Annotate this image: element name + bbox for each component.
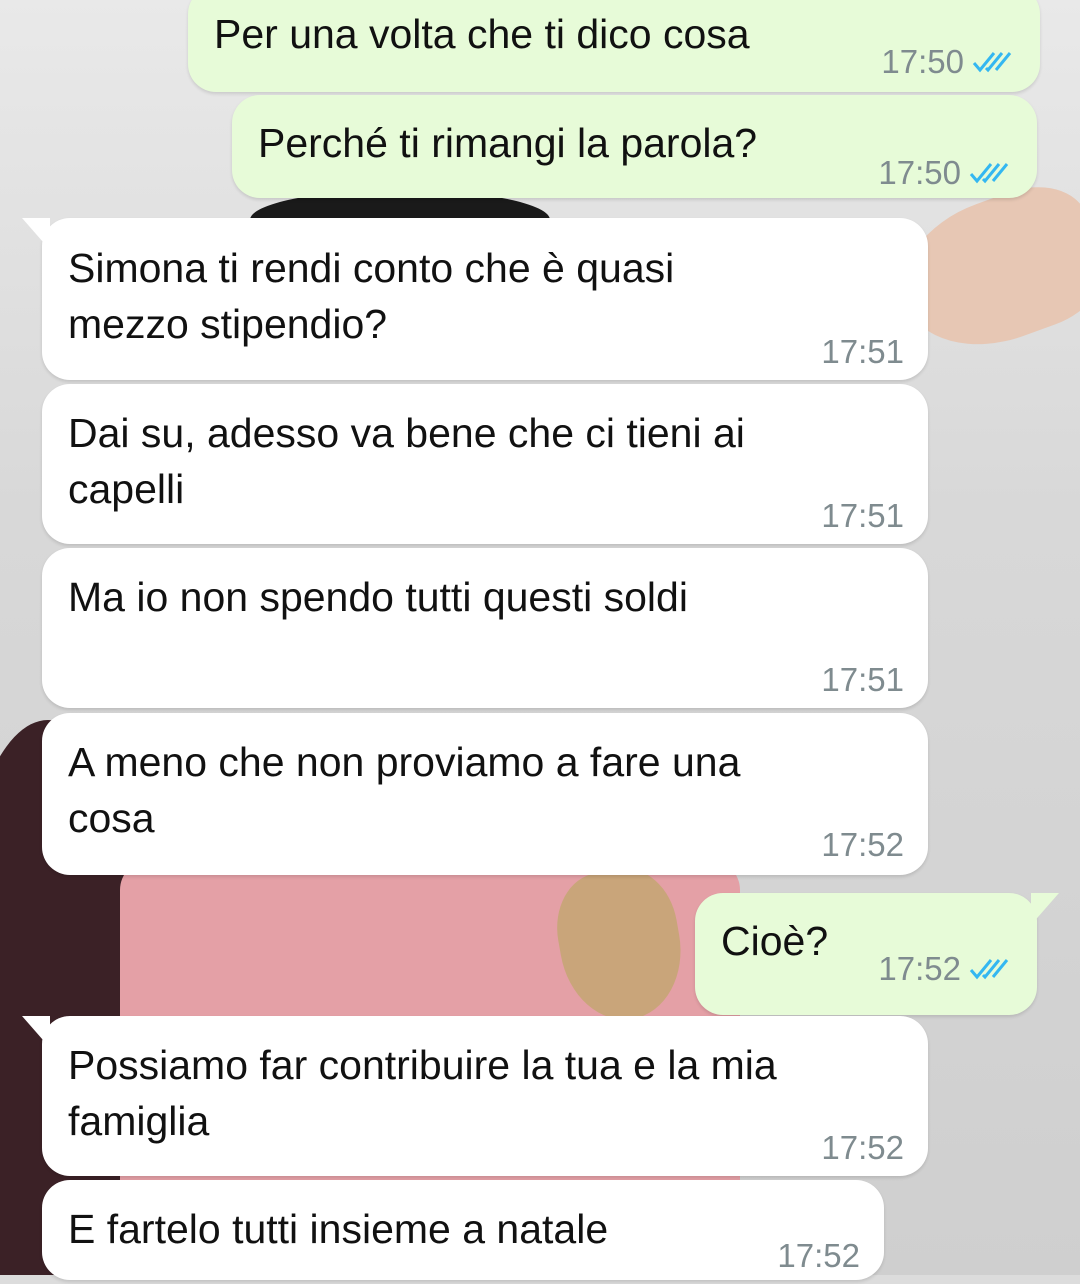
message-meta: 17:52 bbox=[821, 1120, 904, 1176]
message-meta: 17:52 bbox=[821, 817, 904, 873]
message-time: 17:51 bbox=[821, 661, 904, 698]
message-text: Dai su, adesso va bene che ci tieni ai c… bbox=[68, 410, 745, 512]
double-check-read-icon bbox=[969, 959, 1009, 980]
message-text: Cioè? bbox=[721, 918, 829, 964]
message-bubble-incoming[interactable]: Ma io non spendo tutti questi soldi 17:5… bbox=[42, 548, 928, 708]
message-bubble-incoming[interactable]: Simona ti rendi conto che è quasi mezzo … bbox=[22, 218, 928, 380]
message-meta: 17:51 bbox=[821, 652, 904, 708]
message-bubble-outgoing[interactable]: Cioè? 17:52 bbox=[695, 893, 1059, 1015]
message-time: 17:52 bbox=[878, 950, 961, 987]
message-meta: 17:51 bbox=[821, 324, 904, 380]
message-text: Perché ti rimangi la parola? bbox=[258, 120, 758, 166]
message-time: 17:52 bbox=[821, 826, 904, 863]
message-bubble-outgoing[interactable]: Per una volta che ti dico cosa 17:50 bbox=[188, 0, 1040, 92]
message-meta: 17:51 bbox=[821, 488, 904, 544]
message-text: A meno che non proviamo a fare una cosa bbox=[68, 739, 741, 841]
message-bubble-incoming[interactable]: A meno che non proviamo a fare una cosa … bbox=[42, 713, 928, 875]
message-text: E fartelo tutti insieme a natale bbox=[68, 1206, 609, 1252]
message-time: 17:51 bbox=[821, 333, 904, 370]
message-time: 17:52 bbox=[821, 1129, 904, 1166]
message-text: Per una volta che ti dico cosa bbox=[214, 11, 750, 57]
double-check-read-icon bbox=[972, 52, 1012, 73]
message-meta: 17:52 bbox=[878, 941, 1013, 997]
message-meta: 17:52 bbox=[777, 1228, 860, 1284]
message-text: Possiamo far contribuire la tua e la mia… bbox=[68, 1042, 777, 1144]
message-meta: 17:50 bbox=[878, 145, 1013, 201]
message-time: 17:50 bbox=[878, 154, 961, 191]
message-time: 17:51 bbox=[821, 497, 904, 534]
message-bubble-outgoing[interactable]: Perché ti rimangi la parola? 17:50 bbox=[232, 95, 1037, 198]
message-bubble-incoming[interactable]: Dai su, adesso va bene che ci tieni ai c… bbox=[42, 384, 928, 544]
message-meta: 17:50 bbox=[881, 34, 1016, 90]
message-text: Simona ti rendi conto che è quasi mezzo … bbox=[68, 245, 675, 347]
double-check-read-icon bbox=[969, 163, 1009, 184]
message-list[interactable]: Per una volta che ti dico cosa 17:50 Per… bbox=[0, 0, 1080, 1280]
message-time: 17:50 bbox=[881, 43, 964, 80]
message-text: Ma io non spendo tutti questi soldi bbox=[68, 574, 688, 620]
message-bubble-incoming[interactable]: Possiamo far contribuire la tua e la mia… bbox=[22, 1016, 928, 1176]
message-bubble-incoming[interactable]: E fartelo tutti insieme a natale 17:52 bbox=[42, 1180, 884, 1280]
message-time: 17:52 bbox=[777, 1237, 860, 1274]
